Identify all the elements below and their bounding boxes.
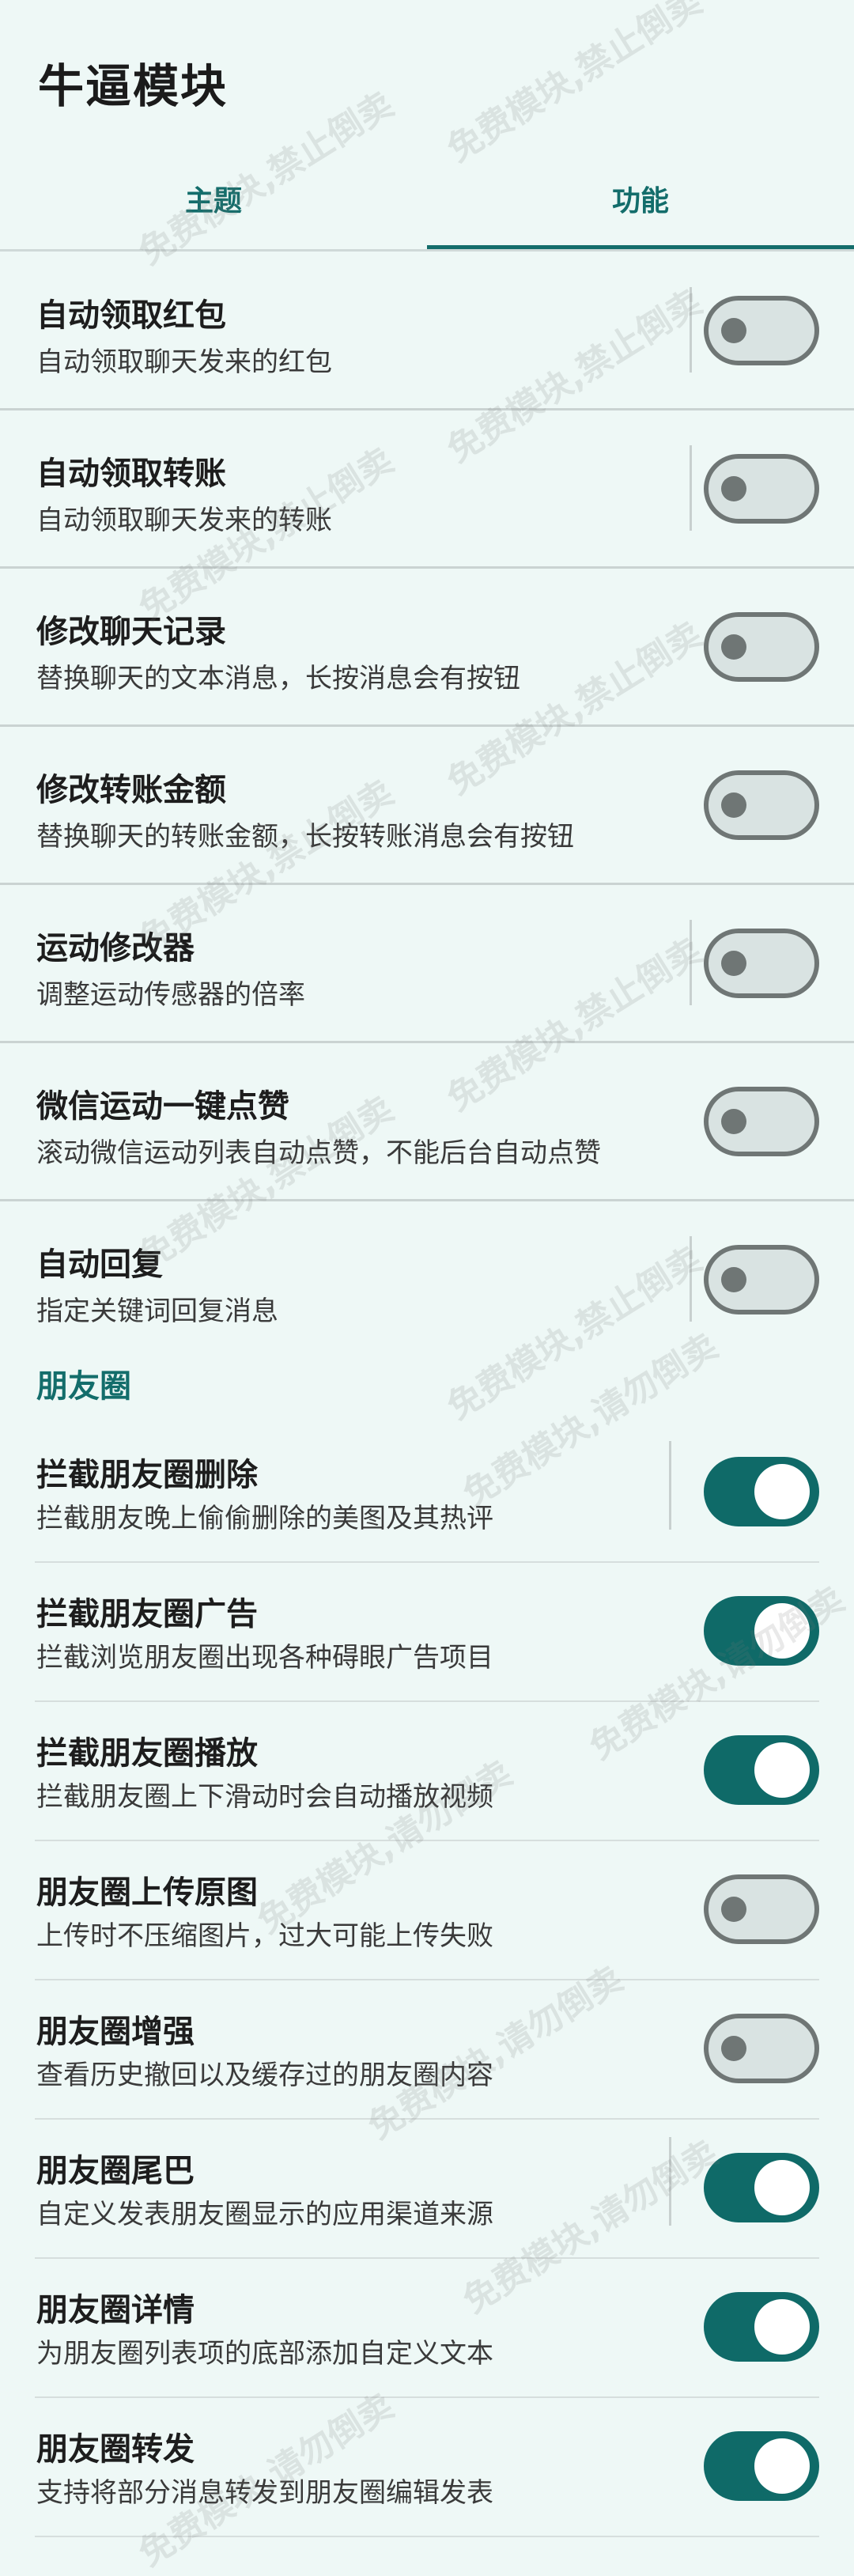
toggle-switch[interactable]	[704, 2292, 819, 2362]
divider	[669, 1441, 671, 1530]
list-item[interactable]: 拦截朋友圈删除 拦截朋友晚上偷偷删除的美图及其热评	[0, 1424, 854, 1563]
divider	[690, 445, 692, 531]
toggle-knob	[721, 1897, 746, 1922]
toggle-switch[interactable]	[704, 1596, 819, 1666]
toggle-knob	[721, 1267, 746, 1292]
toggle-switch[interactable]	[704, 454, 819, 524]
tab-theme[interactable]: 主题	[0, 158, 427, 245]
toggle-switch[interactable]	[704, 2153, 819, 2222]
toggle-knob	[754, 2299, 810, 2355]
item-title: 朋友圈上传原图	[36, 1874, 258, 1911]
toggle-knob	[721, 318, 746, 343]
item-title: 修改聊天记录	[36, 614, 226, 650]
tab-features[interactable]: 功能	[427, 158, 854, 245]
toggle-switch[interactable]	[704, 1457, 819, 1526]
list-item[interactable]: 运动修改器 调整运动传感器的倍率	[0, 884, 854, 1042]
list-item[interactable]: 朋友圈转发 支持将部分消息转发到朋友圈编辑发表	[0, 2398, 854, 2537]
toggle-knob	[754, 1603, 810, 1659]
item-subtitle: 替换聊天的文本消息，长按消息会有按钮	[36, 663, 520, 694]
toggle-knob	[721, 2036, 746, 2061]
item-subtitle: 查看历史撤回以及缓存过的朋友圈内容	[36, 2060, 493, 2091]
toggle-knob	[754, 2160, 810, 2215]
toggle-switch[interactable]	[704, 2431, 819, 2501]
divider	[690, 1236, 692, 1322]
item-subtitle: 调整运动传感器的倍率	[36, 979, 305, 1011]
section-header-moments: 朋友圈	[36, 1368, 131, 1405]
divider	[669, 2137, 671, 2226]
item-title: 朋友圈转发	[36, 2431, 195, 2468]
list-item[interactable]: 朋友圈详情 为朋友圈列表项的底部添加自定义文本	[0, 2259, 854, 2398]
app-bar: 牛逼模块 主题 功能	[0, 0, 854, 253]
item-subtitle: 拦截朋友晚上偷偷删除的美图及其热评	[36, 1503, 493, 1534]
page-title: 牛逼模块	[38, 59, 229, 113]
item-title: 拦截朋友圈删除	[36, 1457, 258, 1493]
toggle-switch[interactable]	[704, 1735, 819, 1805]
item-title: 朋友圈尾巴	[36, 2153, 195, 2189]
divider	[35, 2536, 819, 2537]
item-title: 朋友圈详情	[36, 2292, 195, 2328]
item-title: 自动领取红包	[36, 297, 226, 334]
list-item[interactable]: 朋友圈尾巴 自定义发表朋友圈显示的应用渠道来源	[0, 2120, 854, 2259]
toggle-switch[interactable]	[704, 1874, 819, 1944]
tab-bar: 主题 功能	[0, 158, 854, 253]
item-subtitle: 替换聊天的转账金额，长按转账消息会有按钮	[36, 821, 574, 853]
item-subtitle: 拦截朋友圈上下滑动时会自动播放视频	[36, 1781, 493, 1813]
item-subtitle: 滚动微信运动列表自动点赞，不能后台自动点赞	[36, 1137, 601, 1169]
item-title: 拦截朋友圈广告	[36, 1596, 258, 1632]
toggle-knob	[721, 476, 746, 501]
item-title: 运动修改器	[36, 930, 195, 966]
list-item[interactable]: 自动领取转账 自动领取聊天发来的转账	[0, 410, 854, 568]
item-subtitle: 自定义发表朋友圈显示的应用渠道来源	[36, 2199, 493, 2230]
toggle-knob	[721, 792, 746, 818]
toggle-knob	[754, 1464, 810, 1519]
list-item[interactable]: 拦截朋友圈播放 拦截朋友圈上下滑动时会自动播放视频	[0, 1702, 854, 1841]
item-title: 自动领取转账	[36, 456, 226, 492]
toggle-switch[interactable]	[704, 2014, 819, 2083]
item-subtitle: 支持将部分消息转发到朋友圈编辑发表	[36, 2477, 493, 2509]
list-item[interactable]: 朋友圈增强 查看历史撤回以及缓存过的朋友圈内容	[0, 1980, 854, 2120]
list-item[interactable]: 修改转账金额 替换聊天的转账金额，长按转账消息会有按钮	[0, 726, 854, 884]
item-title: 自动回复	[36, 1246, 163, 1283]
toggle-knob	[754, 2438, 810, 2494]
divider	[690, 920, 692, 1005]
item-title: 微信运动一键点赞	[36, 1088, 289, 1125]
list-item[interactable]: 修改聊天记录 替换聊天的文本消息，长按消息会有按钮	[0, 568, 854, 726]
toggle-switch[interactable]	[704, 929, 819, 998]
list-item[interactable]: 拦截朋友圈广告 拦截浏览朋友圈出现各种碍眼广告项目	[0, 1563, 854, 1702]
divider	[690, 287, 692, 373]
toggle-knob	[721, 634, 746, 660]
item-subtitle: 指定关键词回复消息	[36, 1296, 278, 1327]
item-subtitle: 上传时不压缩图片，过大可能上传失败	[36, 1920, 493, 1952]
toggle-knob	[721, 1109, 746, 1134]
toggle-switch[interactable]	[704, 1087, 819, 1156]
list-item[interactable]: 自动回复 指定关键词回复消息	[0, 1201, 854, 1359]
toggle-knob	[754, 1742, 810, 1798]
item-subtitle: 拦截浏览朋友圈出现各种碍眼广告项目	[36, 1642, 493, 1674]
item-subtitle: 为朋友圈列表项的底部添加自定义文本	[36, 2338, 493, 2370]
item-subtitle: 自动领取聊天发来的转账	[36, 505, 332, 536]
list-item[interactable]: 微信运动一键点赞 滚动微信运动列表自动点赞，不能后台自动点赞	[0, 1042, 854, 1201]
toggle-knob	[721, 951, 746, 976]
toggle-switch[interactable]	[704, 612, 819, 682]
toggle-switch[interactable]	[704, 1245, 819, 1314]
item-title: 修改转账金额	[36, 772, 226, 808]
toggle-switch[interactable]	[704, 770, 819, 840]
item-title: 拦截朋友圈播放	[36, 1735, 258, 1772]
item-subtitle: 自动领取聊天发来的红包	[36, 346, 332, 378]
list-item[interactable]: 朋友圈上传原图 上传时不压缩图片，过大可能上传失败	[0, 1841, 854, 1980]
toggle-switch[interactable]	[704, 296, 819, 365]
item-title: 朋友圈增强	[36, 2014, 195, 2050]
list-item[interactable]: 自动领取红包 自动领取聊天发来的红包	[0, 252, 854, 410]
